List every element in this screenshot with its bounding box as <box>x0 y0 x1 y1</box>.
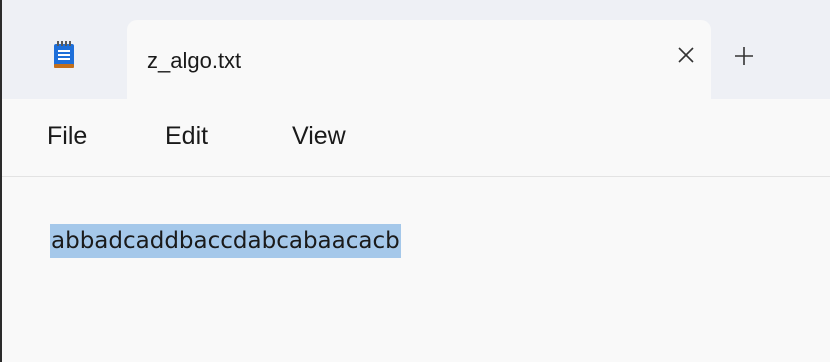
notepad-window: z_algo.txt File Edit View abbadcaddbaccd… <box>0 0 830 362</box>
tab-z-algo[interactable]: z_algo.txt <box>127 20 711 99</box>
menu-edit[interactable]: Edit <box>165 121 208 151</box>
plus-icon[interactable] <box>733 45 755 67</box>
menu-view[interactable]: View <box>292 121 346 151</box>
selected-text[interactable]: abbadcaddbaccdabcabaacacb <box>50 224 401 258</box>
tab-title: z_algo.txt <box>147 48 242 73</box>
text-editor[interactable]: abbadcaddbaccdabcabaacacb <box>2 177 830 362</box>
close-icon[interactable] <box>675 44 697 66</box>
menu-bar: File Edit View <box>2 99 830 177</box>
title-bar: z_algo.txt <box>2 0 830 99</box>
notepad-icon <box>52 40 76 70</box>
menu-file[interactable]: File <box>47 121 87 151</box>
